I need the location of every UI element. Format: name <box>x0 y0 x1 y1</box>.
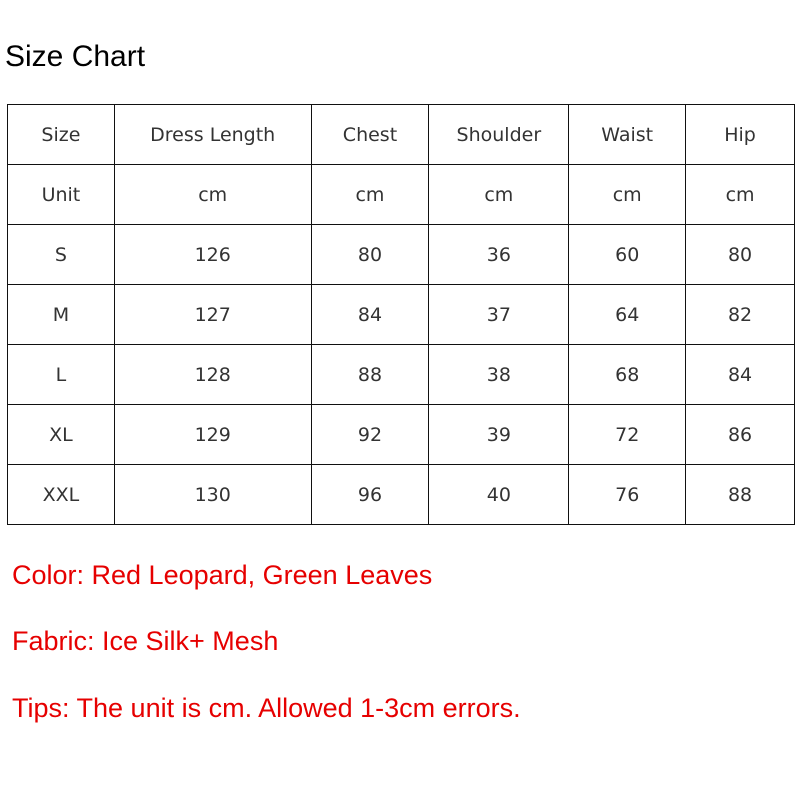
table-cell: 126 <box>113 224 312 285</box>
table-cell: 72 <box>568 404 687 465</box>
table-cell: 127 <box>113 284 312 345</box>
color-info: Color: Red Leopard, Green Leaves <box>12 560 433 590</box>
table-cell: 64 <box>568 284 687 345</box>
table-cell: 88 <box>685 464 795 525</box>
table-cell: Dress Length <box>113 104 312 165</box>
table-cell: cm <box>685 164 795 225</box>
table-cell: cm <box>428 164 570 225</box>
table-row: M 127 84 37 64 82 <box>7 284 795 345</box>
table-cell: 82 <box>685 284 795 345</box>
table-cell: XXL <box>7 464 115 525</box>
table-cell: 128 <box>113 344 312 405</box>
table-cell: 60 <box>568 224 687 285</box>
table-cell: cm <box>568 164 687 225</box>
table-cell: cm <box>113 164 312 225</box>
table-row: XL 129 92 39 72 86 <box>7 404 795 465</box>
table-cell: XL <box>7 404 115 465</box>
table-cell: L <box>7 344 115 405</box>
table-cell: 76 <box>568 464 687 525</box>
table-cell: 130 <box>113 464 312 525</box>
table-cell: 129 <box>113 404 312 465</box>
table-cell: Size <box>7 104 115 165</box>
table-cell: 80 <box>685 224 795 285</box>
table-cell: Chest <box>310 104 430 165</box>
table-cell: 84 <box>310 284 430 345</box>
table-cell: 80 <box>310 224 430 285</box>
table-cell: Hip <box>685 104 795 165</box>
table-cell: S <box>7 224 115 285</box>
tips-info: Tips: The unit is cm. Allowed 1-3cm erro… <box>12 693 521 723</box>
unit-row: Unit cm cm cm cm cm <box>7 164 795 225</box>
fabric-info: Fabric: Ice Silk+ Mesh <box>12 626 279 656</box>
table-cell: 36 <box>428 224 570 285</box>
table-cell: cm <box>310 164 430 225</box>
table-cell: Waist <box>568 104 687 165</box>
table-cell: 92 <box>310 404 430 465</box>
header-row: Size Dress Length Chest Shoulder Waist Hip <box>7 104 795 165</box>
table-cell: 39 <box>428 404 570 465</box>
table-row: S 126 80 36 60 80 <box>7 224 795 285</box>
table-cell: Unit <box>7 164 115 225</box>
table-cell: 86 <box>685 404 795 465</box>
table-cell: M <box>7 284 115 345</box>
table-cell: 96 <box>310 464 430 525</box>
table-cell: 38 <box>428 344 570 405</box>
table-cell: 40 <box>428 464 570 525</box>
table-row: L 128 88 38 68 84 <box>7 344 795 405</box>
table-cell: 68 <box>568 344 687 405</box>
page-title: Size Chart <box>5 40 146 73</box>
table-cell: Shoulder <box>428 104 570 165</box>
table-row: XXL 130 96 40 76 88 <box>7 464 795 525</box>
size-chart-table: Size Dress Length Chest Shoulder Waist Hip Uni… <box>7 104 795 525</box>
table-cell: 84 <box>685 344 795 405</box>
table-cell: 88 <box>310 344 430 405</box>
table-cell: 37 <box>428 284 570 345</box>
